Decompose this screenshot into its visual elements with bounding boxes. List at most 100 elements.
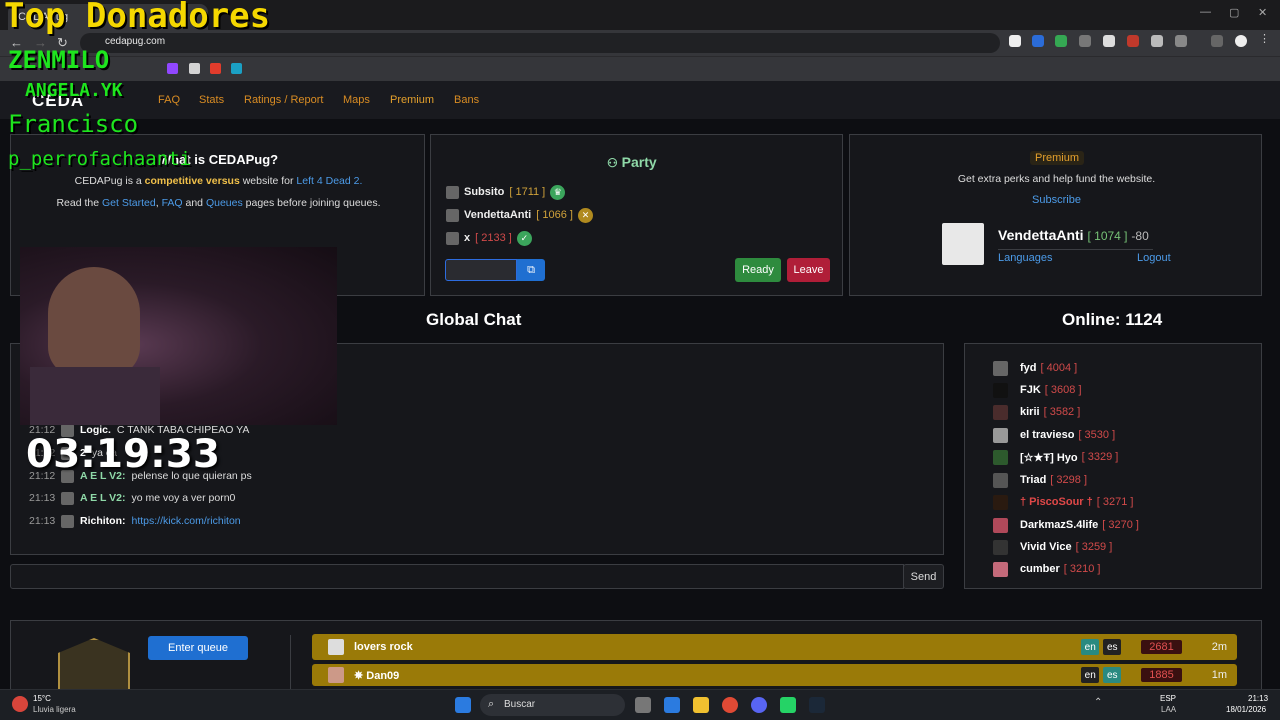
bookmark-icon[interactable] [231,63,242,74]
online-user-name[interactable]: † PiscoSour † [1020,496,1093,508]
leave-button[interactable]: Leave [787,258,830,282]
online-user-rating: 3608 [1050,384,1076,396]
chat-name[interactable]: A E L V2: [80,492,126,504]
extension-icon[interactable] [1079,35,1091,47]
online-user-rating: 4004 [1046,362,1072,374]
nav-link-faq[interactable]: FAQ [158,94,180,106]
enter-queue-button[interactable]: Enter queue [148,636,248,660]
online-user-name[interactable]: Vivid Vice [1020,541,1072,553]
premium-badge: Premium [1030,151,1085,165]
discord-icon[interactable] [751,697,767,713]
stream-timer: 03:19:33 [26,432,221,477]
ready-button[interactable]: Ready [735,258,781,282]
reading-list-icon[interactable] [1211,35,1223,47]
nav-link-premium[interactable]: Premium [390,94,434,106]
online-user-name[interactable]: cumber [1020,563,1060,575]
online-user-name[interactable]: fyd [1020,362,1037,374]
online-user-name[interactable]: DarkmazS.4life [1020,519,1098,531]
nav-link-maps[interactable]: Maps [343,94,370,106]
twitch-bookmark-icon[interactable] [167,63,178,74]
chat-name[interactable]: Richiton: [80,515,126,527]
subscribe-link[interactable]: Subscribe [850,194,1263,206]
user-delta: -80 [1131,229,1149,243]
shield-icon[interactable] [1055,35,1067,47]
windows-start-icon[interactable] [455,697,471,713]
keyboard-layout: LAA [1161,705,1177,714]
donor-name: ZENMILO [8,46,110,74]
clock-time[interactable]: 21:13 [1248,694,1268,703]
get-started-link[interactable]: Get Started [102,197,156,209]
online-user-name[interactable]: FJK [1020,384,1041,396]
whatsapp-icon[interactable] [780,697,796,713]
what-is-line1: CEDAPug is a competitive versus website … [11,175,426,187]
l4d2-link[interactable]: Left 4 Dead 2. [296,175,362,187]
online-user-name[interactable]: el travieso [1020,429,1074,441]
webcam-overlay [20,247,337,425]
donor-name: ANGELA.YK [25,80,123,101]
party-code-field[interactable] [445,259,517,281]
store-icon[interactable] [664,697,680,713]
text: Read the [56,197,100,209]
extension-icon[interactable] [1127,35,1139,47]
profile-avatar[interactable] [1235,35,1247,47]
online-user-name[interactable]: kirii [1020,406,1040,418]
divider [998,249,1153,250]
menu-icon[interactable]: ⋮ [1259,32,1271,45]
user-name[interactable]: VendettaAnti [998,227,1084,243]
weather-icon[interactable] [12,696,28,712]
bookmarks-bar [0,56,1280,81]
steam-icon[interactable] [809,697,825,713]
chrome-icon[interactable] [722,697,738,713]
extension-icon[interactable] [1103,35,1115,47]
puzzle-icon[interactable] [1175,35,1187,47]
nav-link-stats[interactable]: Stats [199,94,224,106]
bookmark-icon[interactable] [189,63,200,74]
tray-chevron-icon[interactable]: ⌃ [1094,697,1102,708]
taskbar-search[interactable]: ⌕ Buscar [480,694,625,716]
user-avatar [942,223,984,265]
address-bar[interactable]: cedapug.com [80,33,1000,53]
extension-icon[interactable] [1151,35,1163,47]
minimize-button[interactable]: — [1200,6,1211,18]
donor-name: Francisco [8,110,139,138]
queue-row[interactable]: ✵ Dan09 en es 1885 1m [312,664,1237,686]
chat-input[interactable] [10,564,904,589]
file-explorer-icon[interactable] [693,697,709,713]
task-view-icon[interactable] [635,697,651,713]
faq-link[interactable]: FAQ [162,197,183,209]
extension-icon[interactable] [1032,35,1044,47]
copy-icon[interactable]: ⧉ [517,259,545,281]
close-window-button[interactable]: ✕ [1258,6,1267,19]
member-name[interactable]: Subsito [464,186,504,198]
member-name[interactable]: VendettaAnti [464,209,531,221]
online-user-rating: 3298 [1056,474,1081,486]
users-icon: ⚇ [607,156,618,170]
avatar [993,561,1008,577]
maximize-button[interactable]: ▢ [1229,6,1239,19]
keyboard-lang[interactable]: ESP [1160,694,1176,703]
donor-name: p_perrofachaanti [8,148,192,170]
shirt-shape [30,367,160,425]
logout-link[interactable]: Logout [1137,252,1171,264]
online-user-name[interactable]: Triad [1020,474,1046,486]
nav-link-bans[interactable]: Bans [454,94,479,106]
gmail-bookmark-icon[interactable] [210,63,221,74]
chat-link[interactable]: https://kick.com/richiton [132,515,241,527]
extension-icon[interactable] [1009,35,1021,47]
queue-lang: es [1103,639,1122,655]
online-user-name[interactable]: [☆★Ŧ] Hyo [1020,451,1078,464]
premium-user: VendettaAnti [ 1074 ] -80 [998,227,1149,243]
queue-row[interactable]: lovers rock en es 2681 2m [312,634,1237,660]
online-user: el travieso[ 3530 ] [993,426,1115,444]
divider [290,635,291,695]
online-user: kirii[ 3582 ] [993,403,1080,421]
languages-link[interactable]: Languages [998,252,1052,264]
queues-link[interactable]: Queues [206,197,243,209]
avatar [993,382,1008,398]
member-name[interactable]: x [464,232,470,244]
text: pages before joining queues. [245,197,381,209]
nav-link-ratings[interactable]: Ratings / Report [244,94,323,106]
send-button[interactable]: Send [903,564,944,589]
party-member: VendettaAnti [ 1066 ] ✕ [446,207,593,223]
queue-lang: en [1081,667,1100,683]
